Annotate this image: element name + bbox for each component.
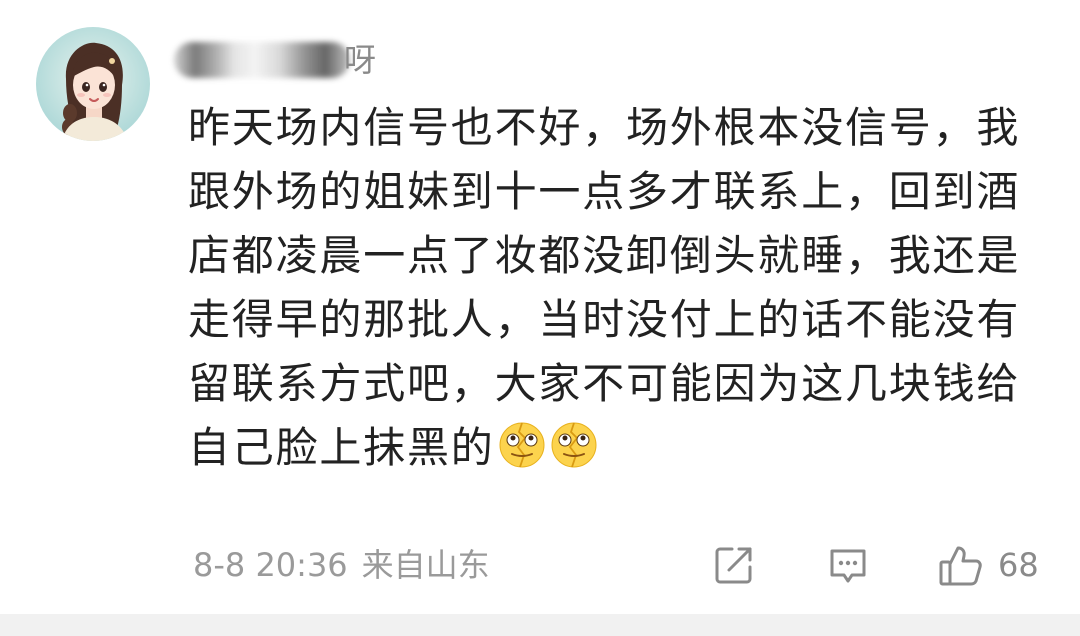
cracking-face-emoji-icon (499, 422, 545, 468)
timestamp: 8-8 20:36 (193, 546, 348, 584)
comment-icon (830, 549, 866, 583)
comment-body: 昨天场内信号也不好，场外根本没信号，我跟外场的姐妹到十一点多才联系上，回到酒店都… (188, 103, 1021, 472)
like-button[interactable]: 68 (938, 540, 1039, 590)
reply-button[interactable] (826, 540, 870, 590)
username-area[interactable]: 呀 (174, 38, 414, 82)
like-count: 68 (998, 546, 1039, 584)
avatar-girl-illustration-icon (36, 27, 150, 141)
comment-card: 呀 昨天场内信号也不好，场外根本没信号，我跟外场的姐妹到十一点多才联系上，回到酒… (0, 0, 1080, 636)
share-icon (715, 547, 752, 584)
username-redaction (174, 42, 350, 78)
cracking-face-emoji-icon (551, 422, 597, 468)
thumbs-up-icon (939, 546, 982, 586)
share-button[interactable] (712, 540, 756, 590)
comment-meta: 8-8 20:36 来自山东 (193, 540, 490, 590)
footer-divider (0, 614, 1080, 636)
username[interactable]: 呀 (344, 38, 376, 82)
comment-text: 昨天场内信号也不好，场外根本没信号，我跟外场的姐妹到十一点多才联系上，回到酒店都… (188, 96, 1058, 480)
location: 来自山东 (361, 546, 490, 584)
avatar[interactable] (36, 27, 150, 141)
